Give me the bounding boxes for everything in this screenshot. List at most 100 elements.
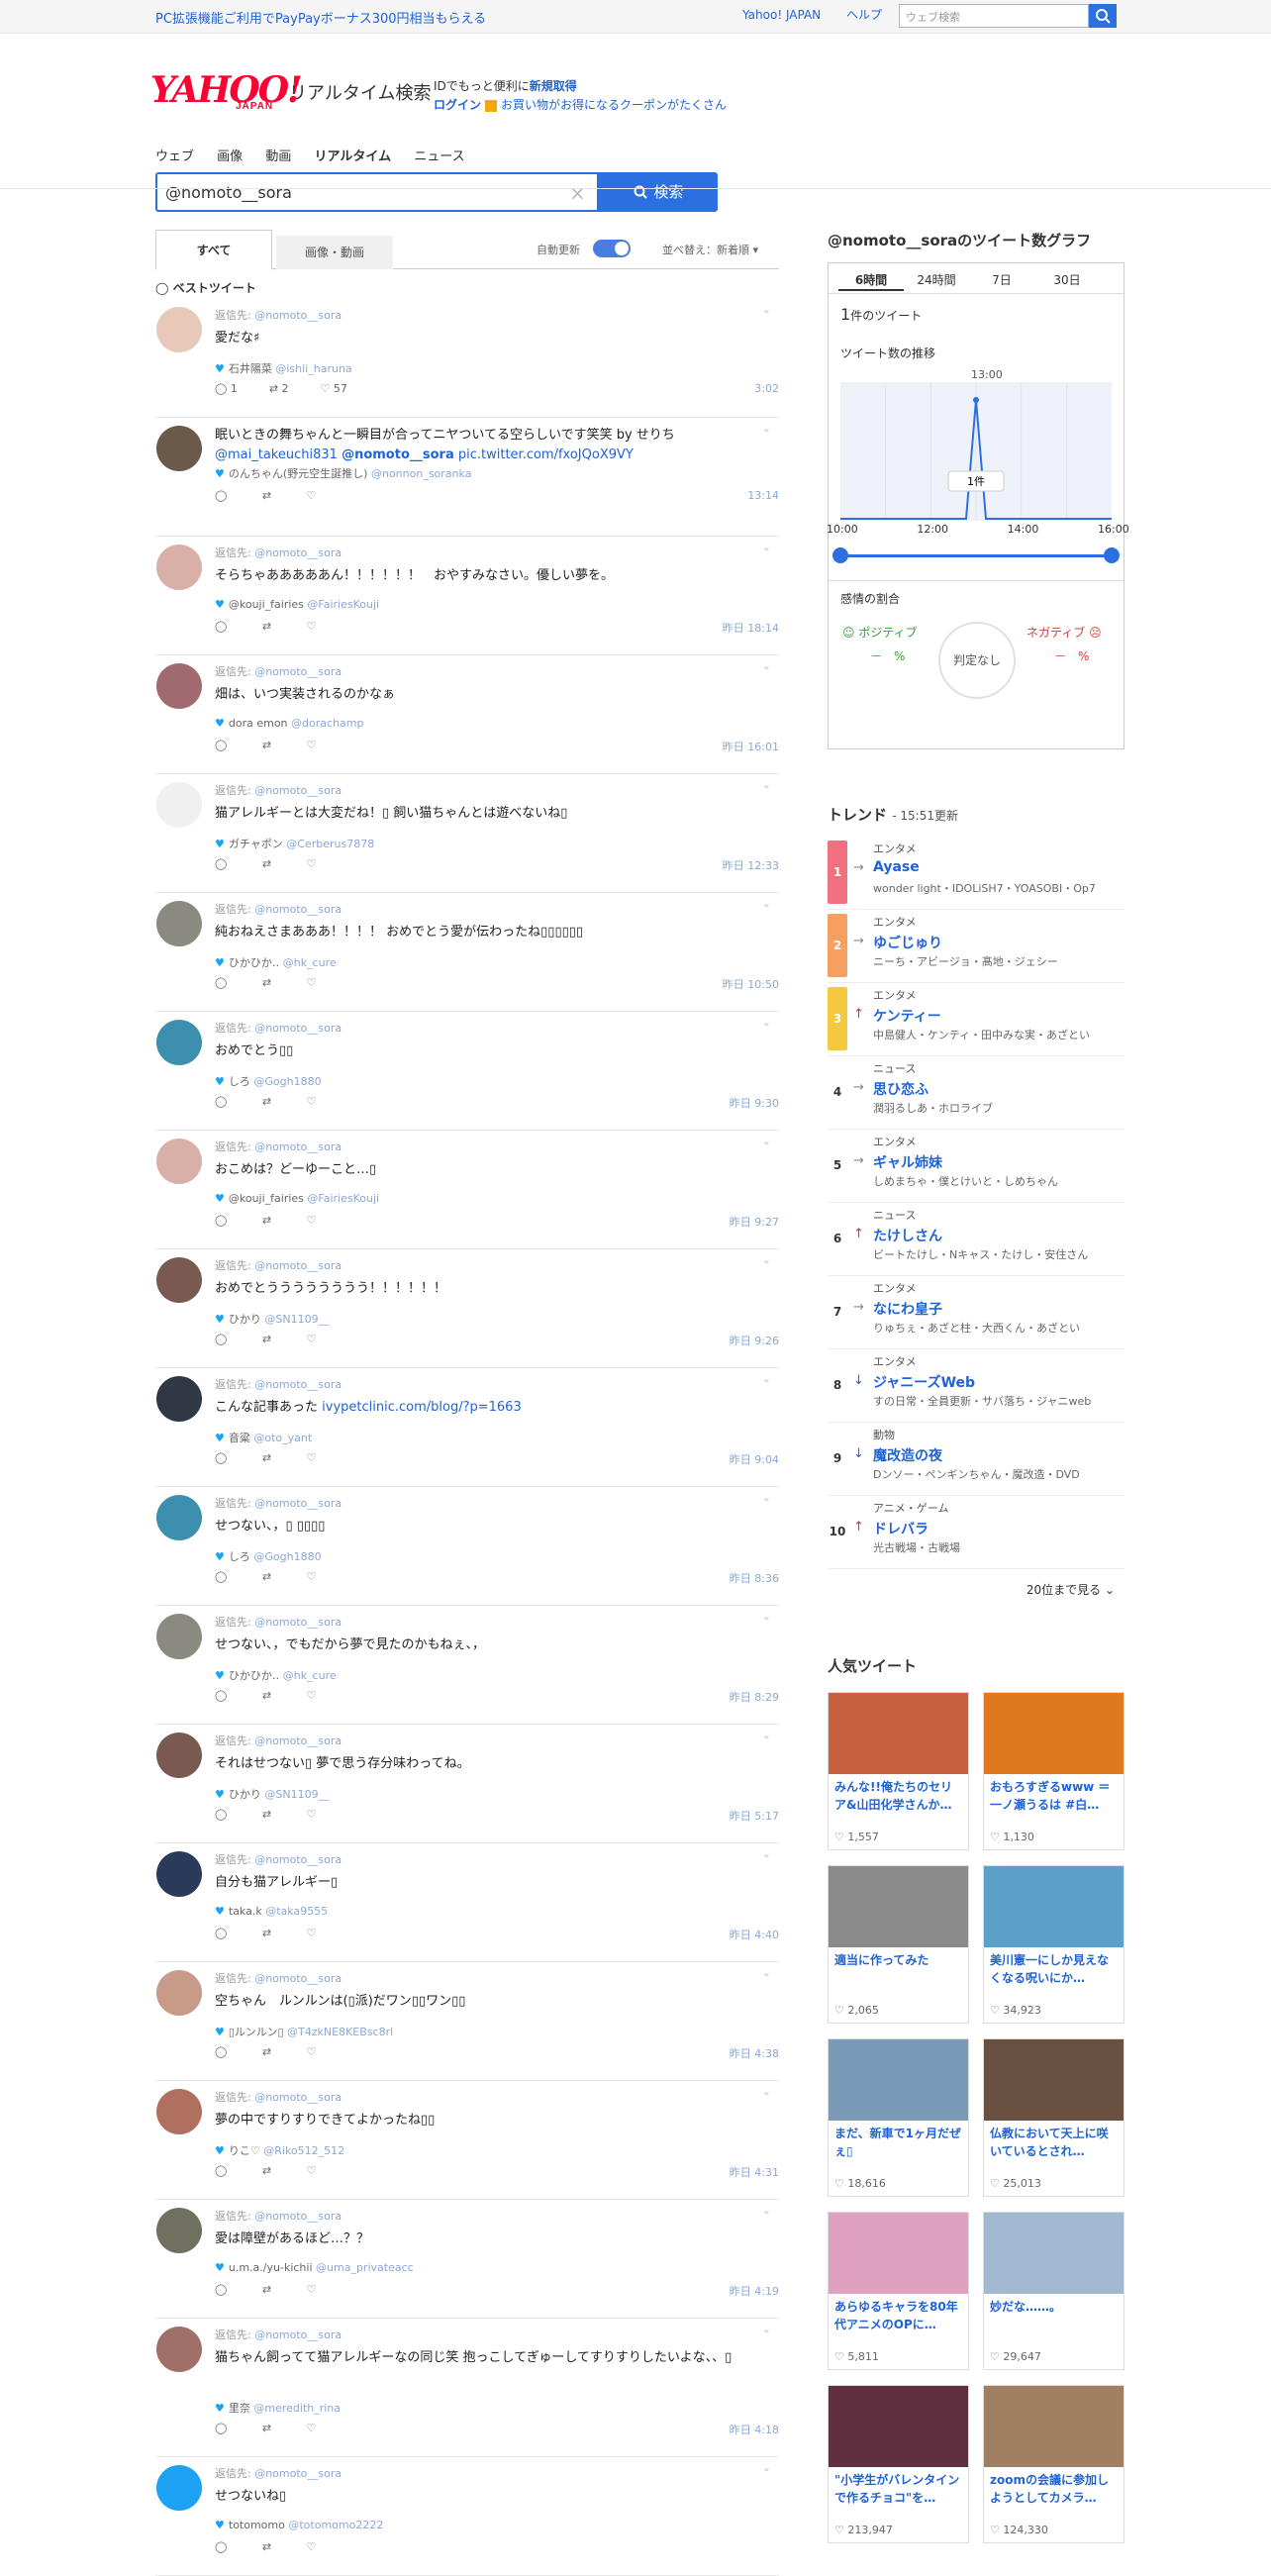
avatar[interactable] [156,545,202,590]
tweet-link[interactable]: ivypetclinic.com/blog/?p=1663 [322,1400,522,1415]
user-name[interactable]: ガチャポン [229,838,283,850]
chevron-down-icon[interactable]: ⌄ [762,422,771,435]
tweet-item[interactable]: 眠いときの舞ちゃんと一瞬目が合ってニヤついてる空らしいです笑笑 by せりち @m… [155,418,779,537]
popular-tweet-card[interactable]: あらゆるキャラを80年代アニメのOPに… ♡ 5,811 [828,2212,969,2370]
user-name[interactable]: しろ [229,1075,250,1088]
like-button[interactable]: ♡ 57 [321,382,363,395]
trend-name[interactable]: ゆごじゅり [873,933,942,952]
user-name[interactable]: ▯ルンルン▯ [229,2026,284,2038]
reply-handle[interactable]: @nomoto__sora [254,309,342,322]
user-name[interactable]: 里奈 [229,2402,250,2415]
popular-tweet-card[interactable]: zoomの会議に参加しようとしてカメラ… ♡ 124,330 [983,2385,1124,2543]
tweet-item[interactable]: 返信先: @nomoto__sora おめでとうううううううう！！！！！！ ♥ ひかり… [155,1249,779,1368]
user-name[interactable]: @kouji_fairies [229,1192,304,1205]
like-button[interactable]: ♡ [307,489,333,502]
retweet-button[interactable]: ⇄ [262,2045,291,2058]
reply-handle[interactable]: @nomoto__sora [254,1853,342,1866]
avatar[interactable] [156,1020,202,1065]
nav-web[interactable]: ウェブ [155,149,194,164]
retweet-button[interactable]: ⇄ [262,2164,291,2177]
user-name[interactable]: taka.k [229,1905,262,1918]
trend-name[interactable]: ケンティー [873,1006,941,1026]
range-end-handle[interactable] [1104,547,1120,563]
like-button[interactable]: ♡ [307,857,333,870]
like-button[interactable]: ♡ [307,620,333,633]
yahoo-japan-link[interactable]: Yahoo! JAPAN [742,8,821,22]
web-search-button[interactable] [1089,4,1117,28]
nav-realtime[interactable]: リアルタイム [314,149,391,164]
tweet-time[interactable]: 昨日 18:14 [723,620,779,636]
reply-button[interactable]: ◯ [215,976,246,989]
retweet-button[interactable]: ⇄ [262,489,291,502]
retweet-button[interactable]: ⇄ [262,1689,291,1702]
yahoo-logo[interactable]: YAHOO! [150,72,303,108]
retweet-button[interactable]: ⇄ [262,2422,291,2434]
tweet-time[interactable]: 13:14 [747,489,779,502]
tab-6h[interactable]: 6時間 [838,269,904,291]
user-handle[interactable]: @Gogh1880 [253,1075,321,1088]
user-name[interactable]: ひかひか‥ [229,1669,279,1682]
user-handle[interactable]: @dorachamp [291,717,363,730]
reply-handle[interactable]: @nomoto__sora [254,903,342,916]
tweet-item[interactable]: 返信先: @nomoto__sora 猫ちゃん飼ってて猫アレルギーなの同じ笑 抱っ… [155,2319,779,2457]
retweet-button[interactable]: ⇄ [262,1808,291,1821]
reply-handle[interactable]: @nomoto__sora [254,2091,342,2104]
nav-news[interactable]: ニュース [414,149,464,164]
tab-30d[interactable]: 30日 [1034,269,1100,291]
chevron-down-icon[interactable]: ⌄ [762,1016,771,1029]
retweet-button[interactable]: ⇄ [262,2283,291,2296]
reply-button[interactable]: ◯ 1 [215,382,253,395]
user-name[interactable]: dora emon [229,717,288,730]
user-handle[interactable]: @SN1109__ [264,1788,329,1801]
popular-tweet-card[interactable]: みんな!!俺たちのセリア&山田化学さんか… ♡ 1,557 [828,1692,969,1850]
user-handle[interactable]: @FairiesKouji [307,1192,379,1205]
tweet-time[interactable]: 昨日 16:01 [723,739,779,754]
user-handle[interactable]: @taka9555 [265,1905,328,1918]
trend-name[interactable]: ジャニーズWeb [873,1372,975,1392]
like-button[interactable]: ♡ [307,1808,333,1821]
user-handle[interactable]: @FairiesKouji [307,598,379,611]
user-name[interactable]: 石井陽菜 [229,362,272,375]
user-name[interactable]: ひかひか‥ [229,956,279,969]
reply-button[interactable]: ◯ [215,1214,246,1227]
trend-item[interactable]: 6 ニュース ↑ たけしさん ビートたけし・Nキャス・たけし・安住さん [828,1203,1124,1276]
chevron-down-icon[interactable]: ⌄ [762,897,771,910]
avatar[interactable] [156,1733,202,1778]
trend-item[interactable]: 3 エンタメ ↑ ケンティー 中島健人・ケンティ・田中みな実・あざとい [828,983,1124,1056]
chevron-down-icon[interactable]: ⌄ [762,2085,771,2098]
reply-handle[interactable]: @nomoto__sora [254,1378,342,1391]
tweet-time[interactable]: 昨日 5:17 [730,1808,779,1824]
reply-handle[interactable]: @nomoto__sora [254,546,342,559]
retweet-button[interactable]: ⇄ [262,1451,291,1464]
tweet-time[interactable]: 昨日 4:19 [730,2283,779,2299]
user-name[interactable]: totomomo [229,2519,285,2531]
retweet-button[interactable]: ⇄ [262,739,291,751]
trend-item[interactable]: 1 エンタメ → Ayase wonder light・IDOLiSH7・YOASOBI… [828,837,1124,910]
user-name[interactable]: u.m.a./yu-kichii [229,2261,313,2274]
popular-tweet-card[interactable]: 仏教において天上に咲いているとされ… ♡ 25,013 [983,2038,1124,2197]
web-search-input[interactable]: ウェブ検索 [899,4,1089,28]
popular-tweet-card[interactable]: 適当に作ってみた ♡ 2,065 [828,1865,969,2024]
like-button[interactable]: ♡ [307,2283,333,2296]
avatar[interactable] [156,1257,202,1303]
tab-media[interactable]: 画像・動画 [276,236,393,269]
tab-all[interactable]: すべて [155,230,272,270]
tweet-time[interactable]: 昨日 9:30 [730,1095,779,1111]
retweet-button[interactable]: ⇄ [262,1333,291,1345]
tweet-item[interactable]: 返信先: @nomoto__sora 畑は、いつ実装されるのかなぁ ♥ dora em… [155,655,779,774]
reply-button[interactable]: ◯ [215,739,246,751]
tweet-item[interactable]: 返信先: @nomoto__sora こんな記事あった ivypetclinic.… [155,1368,779,1487]
reply-button[interactable]: ◯ [215,1451,246,1464]
reply-button[interactable]: ◯ [215,1333,246,1345]
tweet-item[interactable]: 返信先: @nomoto__sora おめでとう▯▯ ♥ しろ @Gogh1880 ◯ … [155,1012,779,1131]
user-handle[interactable]: @nonnon_soranka [371,467,471,480]
popular-tweet-card[interactable]: 美川憲一にしか見えなくなる呪いにか… ♡ 34,923 [983,1865,1124,2024]
retweet-button[interactable]: ⇄ [262,1927,291,1939]
tweet-item[interactable]: 返信先: @nomoto__sora 愛だな♯ ♥ 石井陽菜 @ishii_harun… [155,299,779,418]
avatar[interactable] [156,307,202,352]
like-button[interactable]: ♡ [307,1214,333,1227]
tweet-time[interactable]: 昨日 10:50 [723,976,779,992]
like-button[interactable]: ♡ [307,2164,333,2177]
avatar[interactable] [156,2327,202,2372]
user-handle[interactable]: @SN1109__ [264,1313,329,1326]
